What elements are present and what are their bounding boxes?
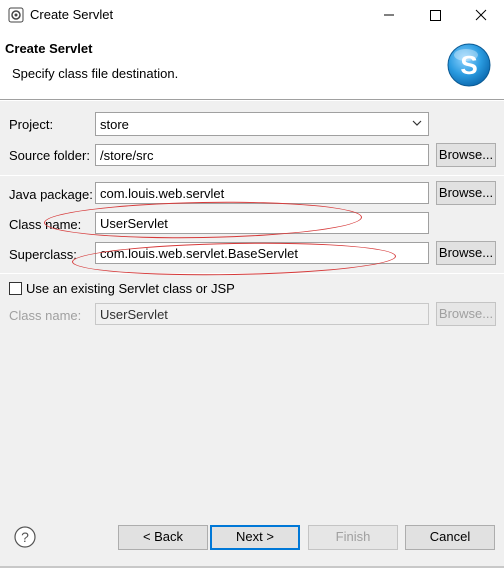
gear-servlet-icon — [8, 7, 24, 23]
source-folder-field[interactable]: /store/src — [95, 144, 429, 166]
existing-class-browse-button[interactable]: Browse... — [436, 302, 496, 326]
superclass-field[interactable]: com.louis.web.servlet.BaseServlet — [95, 242, 429, 264]
maximize-button[interactable] — [412, 0, 458, 30]
class-name-label: Class name: — [9, 217, 82, 232]
project-select-value: store — [100, 117, 129, 132]
project-select[interactable]: store — [95, 112, 429, 136]
window-title: Create Servlet — [30, 7, 114, 22]
use-existing-label[interactable]: Use an existing Servlet class or JSP — [26, 281, 235, 296]
chevron-down-icon — [412, 120, 422, 126]
minimize-icon — [384, 14, 394, 16]
maximize-icon — [430, 10, 441, 21]
svg-text:?: ? — [21, 529, 29, 545]
separator — [0, 273, 504, 274]
separator — [0, 175, 504, 176]
wizard-page-description: Specify class file destination. — [12, 66, 179, 81]
java-package-field[interactable]: com.louis.web.servlet — [95, 182, 429, 204]
java-package-label: Java package: — [9, 187, 93, 202]
minimize-button[interactable] — [366, 0, 412, 30]
superclass-browse-button[interactable]: Browse... — [436, 241, 496, 265]
help-icon[interactable]: ? — [14, 526, 36, 548]
superclass-label: Superclass: — [9, 247, 77, 262]
source-folder-label: Source folder: — [9, 148, 90, 163]
wizard-page-title: Create Servlet — [5, 41, 93, 56]
finish-button[interactable]: Finish — [308, 525, 398, 550]
close-button[interactable] — [458, 0, 504, 30]
source-folder-browse-button[interactable]: Browse... — [436, 143, 496, 167]
cancel-button[interactable]: Cancel — [405, 525, 495, 550]
servlet-logo-icon: S — [447, 43, 491, 87]
java-package-browse-button[interactable]: Browse... — [436, 181, 496, 205]
back-button[interactable]: < Back — [118, 525, 208, 550]
wizard-content: Project: store Source folder: /store/src… — [0, 101, 504, 568]
existing-class-name-label: Class name: — [9, 308, 82, 323]
class-name-field[interactable]: UserServlet — [95, 212, 429, 234]
logo-letter: S — [460, 50, 477, 80]
project-label: Project: — [9, 117, 54, 132]
wizard-banner: Create Servlet Specify class file destin… — [0, 30, 504, 100]
use-existing-checkbox[interactable] — [9, 282, 22, 295]
next-button[interactable]: Next > — [210, 525, 300, 550]
existing-class-name-field[interactable]: UserServlet — [95, 303, 429, 325]
close-icon — [475, 9, 487, 21]
title-bar: Create Servlet — [0, 0, 504, 30]
